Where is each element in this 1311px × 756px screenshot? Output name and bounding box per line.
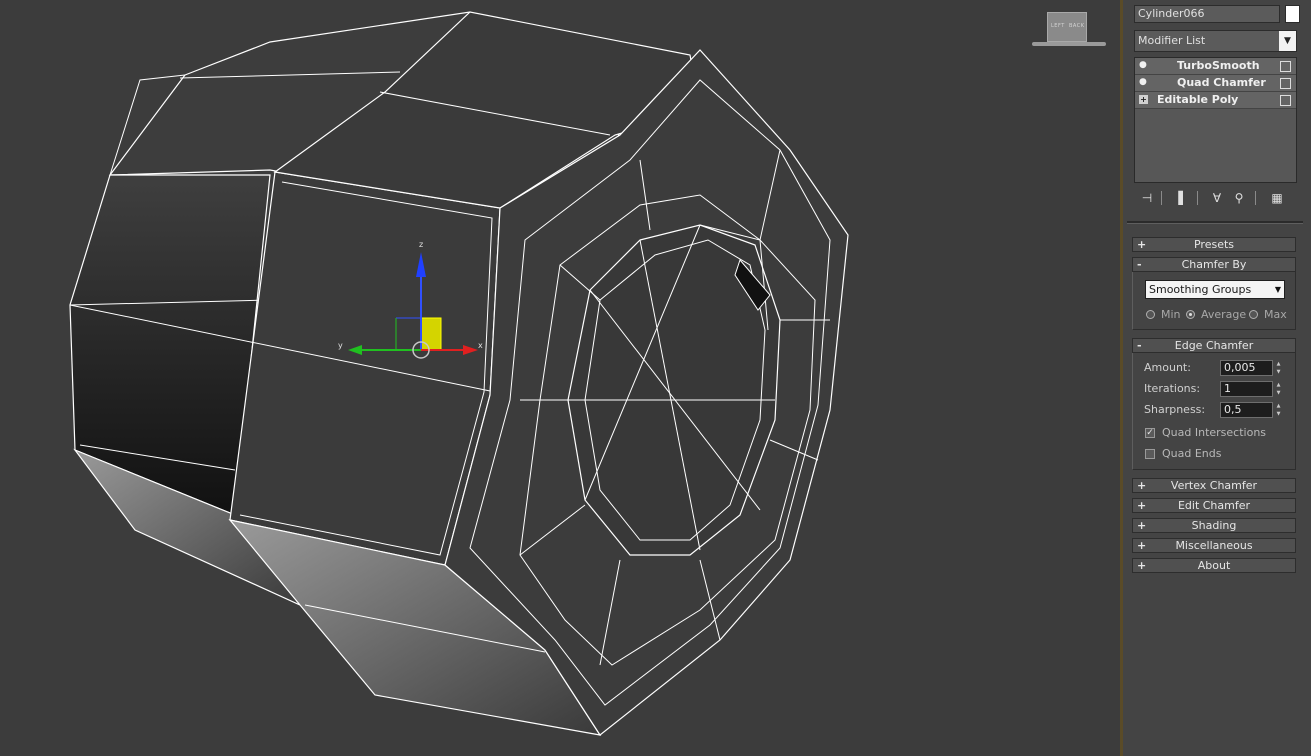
perspective-viewport[interactable]: z x y LEFT BACK — [0, 0, 1120, 756]
stack-item-quad-chamfer[interactable]: ● Quad Chamfer — [1135, 75, 1296, 92]
rollout-title: Miscellaneous — [1175, 539, 1253, 552]
viewcube-back-label: BACK — [1069, 23, 1085, 29]
gizmo-z-label: z — [419, 240, 423, 249]
remove-modifier-icon[interactable]: ⚲ — [1231, 190, 1247, 206]
quad-intersections-checkbox[interactable]: ✓ — [1145, 428, 1155, 438]
iterations-spinner[interactable]: 1 — [1220, 381, 1273, 397]
amount-label: Amount: — [1144, 361, 1191, 374]
lightbulb-icon[interactable]: ● — [1139, 77, 1148, 88]
stack-item-label: Editable Poly — [1157, 93, 1239, 106]
modifier-stack[interactable]: ● TurboSmooth ● Quad Chamfer + Editable … — [1134, 57, 1297, 183]
expand-icon: + — [1137, 559, 1147, 572]
instance-icon — [1280, 78, 1291, 89]
modifier-list-dropdown[interactable]: Modifier List ▼ — [1134, 30, 1297, 52]
viewcube-left-label: LEFT — [1051, 23, 1065, 29]
rollout-edge-chamfer[interactable]: - Edge Chamfer — [1132, 338, 1296, 353]
rollout-title: Vertex Chamfer — [1170, 479, 1258, 492]
make-unique-icon[interactable]: ∀ — [1209, 190, 1225, 206]
panel-separator — [1127, 221, 1303, 224]
stack-item-label: TurboSmooth — [1177, 59, 1260, 72]
rollout-title: Edge Chamfer — [1174, 339, 1254, 352]
rollout-title: Chamfer By — [1181, 258, 1247, 271]
chamfer-by-dropdown[interactable]: Smoothing Groups ▼ — [1145, 280, 1285, 299]
viewcube-compass-ring[interactable] — [1032, 42, 1106, 46]
toolbar-separator — [1161, 191, 1162, 205]
dropdown-value: Smoothing Groups — [1149, 283, 1252, 296]
modifier-list-label: Modifier List — [1138, 34, 1206, 47]
sharpness-label: Sharpness: — [1144, 403, 1206, 416]
expand-icon: + — [1137, 238, 1147, 251]
quad-intersections-label: Quad Intersections — [1162, 426, 1267, 439]
rollout-shading[interactable]: + Shading — [1132, 518, 1296, 533]
lightbulb-icon[interactable]: ● — [1139, 60, 1148, 71]
collapse-icon: - — [1137, 339, 1142, 352]
toolbar-separator — [1255, 191, 1256, 205]
sharpness-spinner[interactable]: 0,5 — [1220, 402, 1273, 418]
radio-max[interactable] — [1249, 310, 1258, 319]
expand-icon: + — [1137, 539, 1147, 552]
rollout-title: Shading — [1191, 519, 1237, 532]
collapse-icon: - — [1137, 258, 1142, 271]
chevron-down-icon[interactable]: ▼ — [1279, 31, 1296, 51]
rollout-chamfer-by[interactable]: - Chamfer By — [1132, 257, 1296, 272]
radio-min-label: Min — [1161, 308, 1181, 321]
transform-gizmo[interactable]: z x y — [0, 0, 1120, 756]
viewcube[interactable]: LEFT BACK — [1030, 8, 1108, 48]
iterations-label: Iterations: — [1144, 382, 1201, 395]
command-panel: Cylinder066 Modifier List ▼ ● TurboSmoot… — [1123, 0, 1311, 756]
chevron-down-icon[interactable]: ▼ — [1275, 281, 1281, 298]
rollout-title: Edit Chamfer — [1177, 499, 1251, 512]
quad-ends-checkbox[interactable] — [1145, 449, 1155, 459]
expand-icon: + — [1137, 499, 1147, 512]
rollout-title: About — [1197, 559, 1231, 572]
toolbar-separator — [1197, 191, 1198, 205]
radio-average[interactable] — [1186, 310, 1195, 319]
spinner-arrows-icon[interactable]: ▲ ▼ — [1274, 381, 1283, 397]
object-color-swatch[interactable] — [1285, 5, 1300, 23]
pin-stack-icon[interactable]: ⊣ — [1139, 190, 1155, 206]
rollout-about[interactable]: + About — [1132, 558, 1296, 573]
instance-icon — [1280, 95, 1291, 106]
stack-item-turbosmooth[interactable]: ● TurboSmooth — [1135, 58, 1296, 75]
stack-item-editable-poly[interactable]: + Editable Poly — [1135, 92, 1296, 109]
rollout-vertex-chamfer[interactable]: + Vertex Chamfer — [1132, 478, 1296, 493]
gizmo-x-label: x — [478, 341, 483, 350]
rollout-miscellaneous[interactable]: + Miscellaneous — [1132, 538, 1296, 553]
spinner-arrows-icon[interactable]: ▲ ▼ — [1274, 402, 1283, 418]
rollout-edit-chamfer[interactable]: + Edit Chamfer — [1132, 498, 1296, 513]
show-end-result-icon[interactable]: ▌ — [1175, 190, 1191, 206]
configure-sets-icon[interactable]: ▦ — [1269, 190, 1285, 206]
expand-icon: + — [1137, 479, 1147, 492]
rollout-presets[interactable]: + Presets — [1132, 237, 1296, 252]
object-name-field[interactable]: Cylinder066 — [1134, 5, 1280, 23]
expand-icon[interactable]: + — [1139, 95, 1148, 104]
chamfer-by-radios: Min Average Max — [1146, 308, 1296, 322]
gizmo-y-label: y — [338, 341, 343, 350]
instance-icon — [1280, 61, 1291, 72]
radio-average-label: Average — [1201, 308, 1247, 321]
amount-spinner[interactable]: 0,005 — [1220, 360, 1273, 376]
radio-max-label: Max — [1264, 308, 1287, 321]
radio-min[interactable] — [1146, 310, 1155, 319]
rollout-title: Presets — [1193, 238, 1235, 251]
expand-icon: + — [1137, 519, 1147, 532]
stack-item-label: Quad Chamfer — [1177, 76, 1266, 89]
viewcube-box[interactable]: LEFT BACK — [1047, 12, 1087, 42]
stack-toolbar: ⊣ ▌ ∀ ⚲ ▦ — [1133, 190, 1303, 208]
quad-ends-label: Quad Ends — [1162, 447, 1222, 460]
spinner-arrows-icon[interactable]: ▲ ▼ — [1274, 360, 1283, 376]
